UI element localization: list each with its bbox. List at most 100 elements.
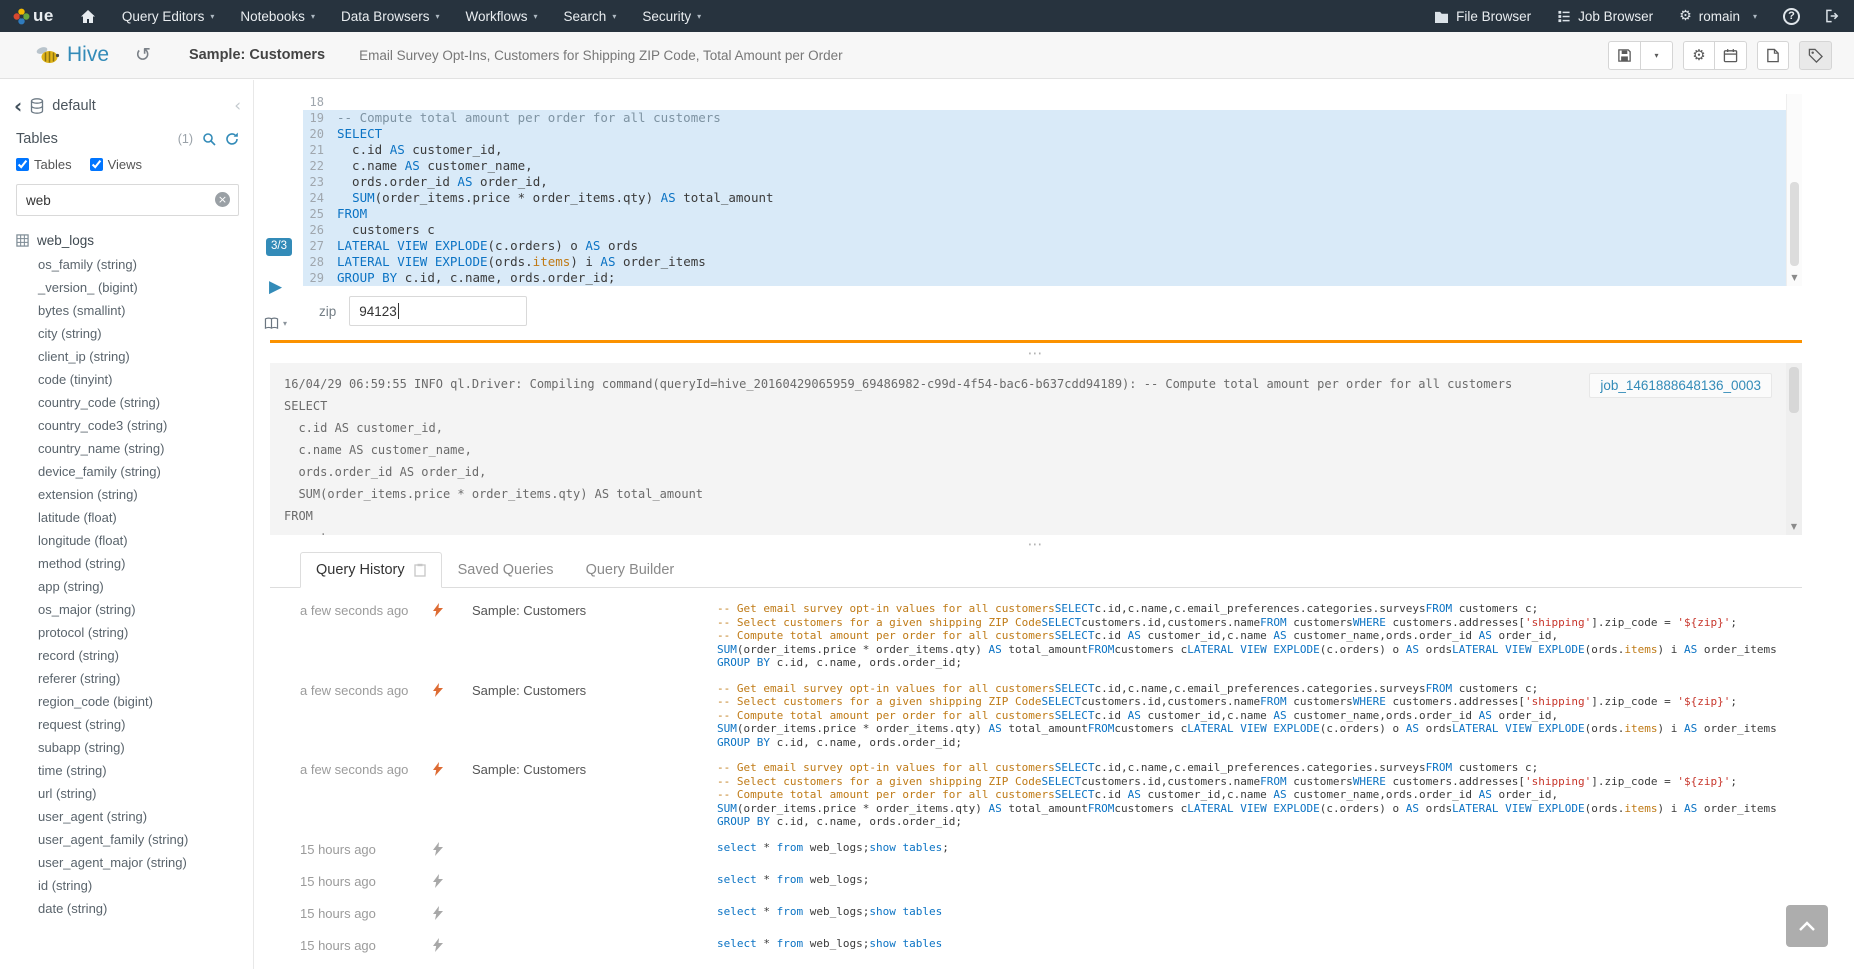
tab-query-history[interactable]: Query History — [300, 552, 442, 588]
history-row[interactable]: a few seconds agoSample: Customers-- Get… — [270, 755, 1802, 835]
menu-security[interactable]: Security▾ — [629, 0, 714, 32]
menu-workflows[interactable]: Workflows▾ — [453, 0, 551, 32]
history-row[interactable]: 15 hours agoselect * from web_logs; — [270, 867, 1802, 899]
column-item[interactable]: id (string) — [0, 874, 253, 897]
menu-search[interactable]: Search▾ — [551, 0, 630, 32]
column-item[interactable]: bytes (smallint) — [0, 299, 253, 322]
tables-count: (1) — [178, 132, 193, 146]
scroll-to-top-button[interactable] — [1786, 905, 1828, 947]
scrollbar-thumb[interactable] — [1790, 182, 1799, 266]
column-item[interactable]: latitude (float) — [0, 506, 253, 529]
editor-line[interactable]: 24 SUM(order_items.price * order_items.q… — [303, 190, 1802, 206]
filter-tables-checkbox[interactable] — [16, 158, 29, 171]
log-scrollbar[interactable]: ▼ — [1786, 363, 1802, 535]
column-item[interactable]: url (string) — [0, 782, 253, 805]
column-item[interactable]: region_code (bigint) — [0, 690, 253, 713]
column-item[interactable]: referer (string) — [0, 667, 253, 690]
help-button[interactable]: ? — [1770, 0, 1813, 32]
home-button[interactable] — [67, 0, 109, 32]
column-item[interactable]: device_family (string) — [0, 460, 253, 483]
save-options-button[interactable]: ▾ — [1641, 41, 1673, 70]
scroll-down-icon[interactable]: ▼ — [1786, 519, 1802, 534]
editor-line[interactable]: 18 — [303, 94, 1802, 110]
column-item[interactable]: country_code3 (string) — [0, 414, 253, 437]
column-item[interactable]: client_ip (string) — [0, 345, 253, 368]
column-item[interactable]: country_code (string) — [0, 391, 253, 414]
column-item[interactable]: method (string) — [0, 552, 253, 575]
collapse-assist-icon[interactable]: ‹ — [234, 98, 241, 115]
column-item[interactable]: date (string) — [0, 897, 253, 920]
tab-query-builder[interactable]: Query Builder — [570, 552, 691, 588]
table-item-web-logs[interactable]: web_logs — [0, 226, 253, 253]
history-row[interactable]: 15 hours agoselect * from web_logs;show … — [270, 963, 1802, 969]
editor-line[interactable]: 20SELECT — [303, 126, 1802, 142]
column-item[interactable]: subapp (string) — [0, 736, 253, 759]
column-item[interactable]: extension (string) — [0, 483, 253, 506]
editor-scrollbar[interactable]: ▼ — [1786, 94, 1802, 286]
menu-data-browsers[interactable]: Data Browsers▾ — [328, 0, 453, 32]
history-row[interactable]: 15 hours agoselect * from web_logs;show … — [270, 931, 1802, 963]
variable-input[interactable]: 94123 — [349, 296, 527, 326]
column-item[interactable]: city (string) — [0, 322, 253, 345]
editor-line[interactable]: 28LATERAL VIEW EXPLODE(ords.items) i AS … — [303, 254, 1802, 270]
editor-line[interactable]: 27LATERAL VIEW EXPLODE(c.orders) o AS or… — [303, 238, 1802, 254]
table-search-button[interactable] — [202, 132, 216, 146]
table-filter-input[interactable] — [16, 184, 239, 216]
column-item[interactable]: _version_ (bigint) — [0, 276, 253, 299]
column-item[interactable]: longitude (float) — [0, 529, 253, 552]
editor-line[interactable]: 25FROM — [303, 206, 1802, 222]
clear-search-icon[interactable]: × — [215, 192, 230, 207]
history-row[interactable]: 15 hours agoselect * from web_logs;show … — [270, 835, 1802, 867]
column-item[interactable]: protocol (string) — [0, 621, 253, 644]
hue-logo[interactable]: ue — [0, 0, 67, 32]
save-button[interactable] — [1608, 41, 1641, 70]
history-timestamp: 15 hours ago — [300, 905, 432, 921]
app-name[interactable]: Hive — [67, 43, 109, 67]
editor-line[interactable]: 29GROUP BY c.id, c.name, ords.order_id; — [303, 270, 1802, 286]
new-document-button[interactable] — [1757, 41, 1789, 70]
column-item[interactable]: time (string) — [0, 759, 253, 782]
column-item[interactable]: code (tinyint) — [0, 368, 253, 391]
column-item[interactable]: user_agent_major (string) — [0, 851, 253, 874]
settings-button[interactable]: ⚙ — [1683, 41, 1715, 70]
column-item[interactable]: user_agent (string) — [0, 805, 253, 828]
tab-saved-queries[interactable]: Saved Queries — [442, 552, 570, 588]
execute-button[interactable]: ▶ — [269, 279, 282, 296]
resize-handle-icon[interactable]: ⋯ — [270, 348, 1802, 360]
variables-button[interactable]: ▾ — [264, 317, 287, 330]
database-name[interactable]: default — [52, 98, 96, 114]
editor-line[interactable]: 23 ords.order_id AS order_id, — [303, 174, 1802, 190]
log-panel[interactable]: 16/04/29 06:59:55 INFO ql.Driver: Compil… — [270, 363, 1802, 535]
column-item[interactable]: app (string) — [0, 575, 253, 598]
job-browser-link[interactable]: Job Browser — [1544, 0, 1666, 32]
editor-line[interactable]: 22 c.name AS customer_name, — [303, 158, 1802, 174]
logout-button[interactable] — [1813, 0, 1854, 32]
history-row[interactable]: a few seconds agoSample: Customers-- Get… — [270, 596, 1802, 676]
back-icon[interactable]: ‹ — [14, 96, 22, 116]
tags-button[interactable] — [1799, 41, 1832, 70]
filter-views-checkbox[interactable] — [90, 158, 103, 171]
file-browser-link[interactable]: File Browser — [1421, 0, 1544, 32]
editor-line[interactable]: 19-- Compute total amount per order for … — [303, 110, 1802, 126]
header-actions: ▾ ⚙ — [1608, 41, 1854, 70]
editor-line[interactable]: 21 c.id AS customer_id, — [303, 142, 1802, 158]
schedule-button[interactable] — [1715, 41, 1747, 70]
job-link[interactable]: job_1461888648136_0003 — [1589, 373, 1772, 398]
menu-notebooks[interactable]: Notebooks▾ — [227, 0, 328, 32]
scrollbar-thumb[interactable] — [1789, 367, 1799, 413]
user-menu[interactable]: ⚙ romain ▾ — [1666, 0, 1770, 32]
history-row[interactable]: a few seconds agoSample: Customers-- Get… — [270, 676, 1802, 756]
editor-line[interactable]: 26 customers c — [303, 222, 1802, 238]
query-history-icon[interactable]: ↺ — [135, 44, 151, 66]
column-item[interactable]: user_agent_family (string) — [0, 828, 253, 851]
sql-editor[interactable]: 1819-- Compute total amount per order fo… — [303, 94, 1802, 286]
column-item[interactable]: os_major (string) — [0, 598, 253, 621]
refresh-button[interactable] — [225, 132, 239, 146]
column-item[interactable]: country_name (string) — [0, 437, 253, 460]
scroll-down-icon[interactable]: ▼ — [1787, 270, 1802, 285]
history-row[interactable]: 15 hours agoselect * from web_logs;show … — [270, 899, 1802, 931]
menu-query-editors[interactable]: Query Editors▾ — [109, 0, 228, 32]
column-item[interactable]: record (string) — [0, 644, 253, 667]
column-item[interactable]: request (string) — [0, 713, 253, 736]
column-item[interactable]: os_family (string) — [0, 253, 253, 276]
